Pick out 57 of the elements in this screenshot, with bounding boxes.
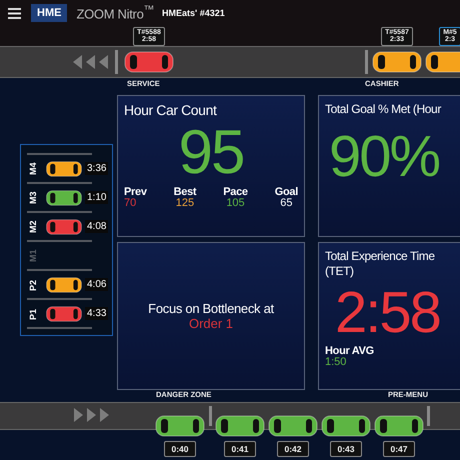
- stat-label: Hour AVG: [325, 345, 374, 357]
- wait-time: 4:33: [85, 307, 108, 320]
- lane-divider: [427, 406, 430, 426]
- card-title: Hour Car Count: [124, 102, 218, 118]
- car-icon[interactable]: [215, 415, 265, 437]
- card-title: Total Goal % Met (Hour: [325, 102, 442, 116]
- menu-icon[interactable]: [8, 6, 21, 20]
- spot-label: M3: [28, 192, 38, 204]
- lane-divider: [115, 50, 118, 74]
- logo: HME: [31, 4, 68, 22]
- metric-value: 90%: [328, 124, 440, 190]
- stat-value: 105: [226, 198, 245, 209]
- card-title: Total Experience Time (TET): [325, 249, 436, 279]
- car-icon[interactable]: [45, 276, 83, 292]
- lane-divider: [365, 50, 368, 74]
- spot-label: M4: [28, 162, 38, 174]
- stat-label: Prev: [124, 186, 147, 198]
- arrows-icon: [73, 55, 109, 69]
- product-name: ZOOM Nitro$^{™}$: [76, 4, 154, 22]
- stat-label: Best: [174, 186, 196, 198]
- lane-divider: [209, 406, 212, 426]
- metric-value: 2:58: [334, 281, 441, 345]
- stat-value: 125: [176, 198, 194, 209]
- stat-value: 70: [124, 198, 136, 209]
- car-icon[interactable]: [425, 50, 460, 72]
- spot-label: M1: [28, 250, 38, 262]
- time-tooltip: 0:47: [383, 441, 414, 457]
- store-name[interactable]: HMEats' #4321: [162, 8, 225, 18]
- bottleneck-text: Order 1: [188, 316, 234, 331]
- wait-time: 3:36: [85, 162, 108, 175]
- arrows-icon: [74, 408, 110, 422]
- spot-label: P1: [28, 308, 38, 320]
- car-icon[interactable]: [374, 415, 424, 437]
- car-icon[interactable]: [372, 50, 422, 72]
- stat-label: Pace: [223, 186, 248, 198]
- wait-time: 1:10: [85, 191, 108, 204]
- stat-value: 65: [280, 198, 292, 209]
- stat-value: 1:50: [325, 357, 346, 368]
- spot-label: M2: [28, 220, 38, 232]
- message-text: Focus on Bottleneck at: [148, 301, 274, 316]
- car-icon[interactable]: [268, 415, 318, 437]
- car-icon[interactable]: [155, 415, 205, 437]
- time-tooltip: 0:42: [277, 441, 308, 457]
- car-icon[interactable]: [124, 50, 174, 72]
- wait-time: 4:06: [85, 278, 108, 291]
- time-tooltip: 0:43: [330, 441, 362, 457]
- metric-value: 95: [178, 120, 244, 186]
- stat-label: Goal: [274, 186, 298, 198]
- time-tooltip: 0:40: [164, 441, 196, 457]
- car-icon[interactable]: [45, 306, 83, 322]
- wait-time: 4:08: [85, 220, 108, 233]
- spot-label: P2: [28, 278, 38, 290]
- car-icon[interactable]: [45, 190, 83, 206]
- car-icon[interactable]: [321, 415, 371, 437]
- car-icon[interactable]: [45, 160, 83, 176]
- time-tooltip: 0:41: [224, 441, 256, 457]
- car-icon[interactable]: [45, 218, 83, 234]
